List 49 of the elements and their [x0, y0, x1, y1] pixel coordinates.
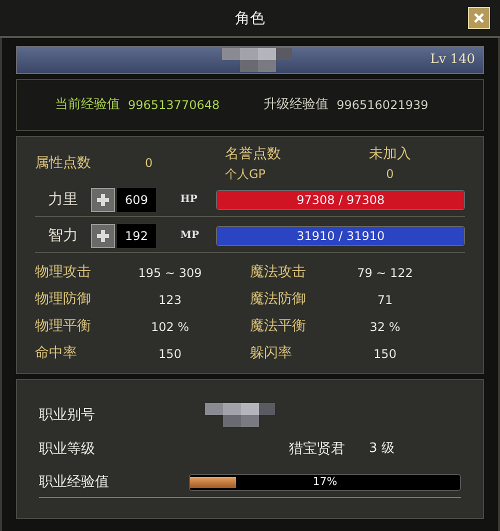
stat-value: 150 — [372, 346, 398, 362]
plus-icon — [96, 228, 110, 242]
stat-value: 32 % — [368, 318, 402, 336]
attribute-label: 力里 — [46, 189, 79, 210]
job-exp-reading: 17% — [312, 475, 338, 490]
next-exp-label: 升级经验值 — [264, 96, 329, 114]
attribute-points-label: 属性点数 — [35, 154, 92, 172]
stat-label: 躲闪率 — [250, 344, 293, 363]
plus-icon — [96, 192, 110, 206]
job-alias-label: 职业别号 — [39, 406, 96, 424]
level-label: Lv 140 — [430, 51, 475, 70]
job-rank-title: 猎宝贤君 — [289, 440, 345, 458]
stat-value: 150 — [158, 346, 182, 362]
add-point-button[interactable] — [90, 224, 115, 248]
gp-label: 个人GP — [225, 166, 267, 182]
job-rank-value: 3 级 — [369, 440, 394, 458]
stat-value: 195 ~ 309 — [137, 264, 203, 282]
stat-label: 物理攻击 — [35, 263, 92, 282]
blurred-text-icon — [205, 403, 275, 427]
stat-value: 79 ~ 122 — [356, 264, 414, 282]
attribute-label: 智力 — [46, 225, 79, 246]
close-button[interactable] — [468, 7, 490, 29]
stat-label: 命中率 — [35, 344, 78, 363]
stat-value: 71 — [376, 292, 394, 308]
stat-label: 魔法防御 — [250, 290, 307, 309]
stat-label: 物理平衡 — [35, 317, 92, 336]
stat-label: 魔法攻击 — [250, 263, 307, 282]
window-title: 角色 — [235, 8, 265, 29]
stat-label: 魔法平衡 — [250, 317, 307, 336]
honor-points-label: 名誉点数 — [225, 144, 282, 164]
attribute-points-value: 0 — [145, 155, 154, 172]
stat-bar-reading: 31910 / 31910 — [296, 228, 386, 244]
honor-points-value: 未加入 — [369, 144, 411, 164]
attribute-value: 192 — [116, 224, 156, 248]
current-exp-value: 996513770648 — [128, 97, 220, 114]
job-rank-label: 职业等级 — [39, 440, 96, 458]
stat-value: 123 — [158, 292, 182, 308]
add-point-button[interactable] — [90, 188, 115, 212]
bar-label: MP — [180, 229, 200, 243]
stat-label: 物理防御 — [35, 290, 92, 309]
stat-value: 102 % — [150, 318, 190, 336]
current-exp-label: 当前经验值 — [55, 96, 120, 114]
gp-value: 0 — [386, 166, 394, 182]
close-icon — [473, 12, 485, 24]
attribute-value: 609 — [116, 188, 156, 212]
stat-bar-reading: 97308 / 97308 — [296, 192, 386, 208]
bar-label: HP — [180, 193, 198, 207]
job-exp-label: 职业经验值 — [39, 473, 110, 492]
next-exp-value: 996516021939 — [336, 97, 428, 114]
